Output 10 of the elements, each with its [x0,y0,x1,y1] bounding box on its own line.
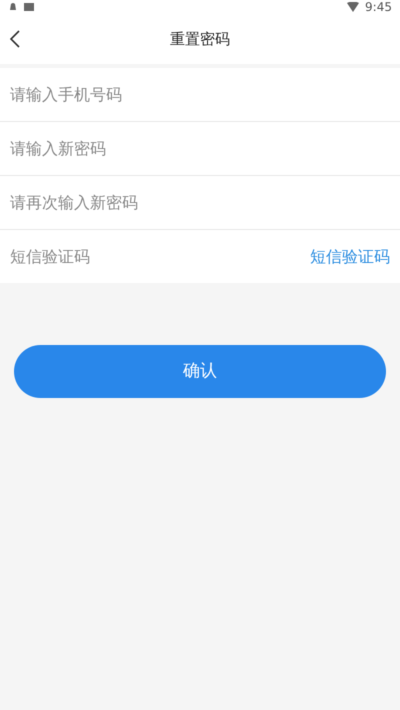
sms-code-link[interactable]: 短信验证码 [300,230,400,283]
wifi-icon [347,2,360,12]
input-field[interactable]: 短信验证码 [0,230,300,283]
status-time: 9:45 [365,0,392,16]
confirm-button[interactable]: 确认 [14,345,386,398]
page-title: 重置密码 [170,28,230,50]
input-field[interactable]: 请再次输入新密码 [0,176,400,229]
input-field[interactable]: 请输入手机号码 [0,68,400,121]
back-icon[interactable] [10,30,20,48]
input-field[interactable]: 请输入新密码 [0,122,400,175]
